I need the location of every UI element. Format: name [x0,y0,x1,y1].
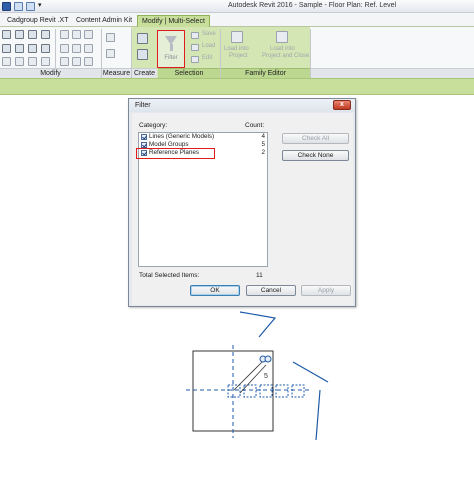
group-leader [233,361,263,391]
load-selection-label[interactable]: Load [202,43,215,49]
paste-icon[interactable] [2,30,11,39]
category-label: Reference Planes [149,149,200,156]
cope-icon[interactable] [15,30,24,39]
quick-access-toolbar: ▾ [2,1,47,12]
create-similar-icon[interactable] [137,33,148,44]
dropdown-icon[interactable]: ▾ [38,2,44,11]
model-group[interactable] [227,384,241,398]
tab-modify-multi-select[interactable]: Modify | Multi-Select [137,15,210,27]
split-face-icon[interactable] [41,44,50,53]
checkbox[interactable] [141,134,147,140]
apply-button[interactable]: Apply [301,285,351,296]
dialog-title-bar[interactable]: Filter x [129,99,355,112]
total-selected-value: 11 [256,272,263,279]
model-group[interactable] [291,384,305,398]
load-into-project-line2[interactable]: Project [229,53,248,59]
delete-icon[interactable] [72,57,81,66]
revit-app-icon[interactable] [2,2,11,11]
save-icon[interactable] [26,2,35,11]
group-leader [239,364,267,394]
category-label: Lines (Generic Models) [149,133,215,140]
window-title: Autodesk Revit 2016 - Sample - Floor Pla… [228,2,397,9]
open-icon[interactable] [14,2,23,11]
dialog-title: Filter [135,102,151,109]
category-count: 5 [261,141,265,148]
trim-icon[interactable] [84,44,93,53]
load-into-project-icon[interactable] [231,31,243,43]
load-into-project-close-icon[interactable] [276,31,288,43]
group-origin-grip[interactable] [264,355,272,363]
category-label: Model Groups [149,141,189,148]
ribbon: Filter Save Load Edit Load into Project … [0,27,474,78]
checkbox[interactable] [141,142,147,148]
selected-model-line[interactable] [292,361,329,383]
selected-model-line[interactable] [315,389,321,441]
options-bar [0,78,474,95]
cancel-button[interactable]: Cancel [246,285,296,296]
edit-selection-icon[interactable] [191,56,199,63]
panel-label-family-editor: Family Editor [221,68,310,78]
filter-button[interactable]: Filter [157,30,185,68]
list-item[interactable]: Lines (Generic Models) [141,133,214,141]
split-icon[interactable] [84,57,93,66]
title-bar: ▾ Autodesk Revit 2016 - Sample - Floor P… [0,0,474,13]
category-count: 2 [261,149,265,156]
copy-icon[interactable] [2,44,11,53]
category-header: Category: [139,122,168,129]
close-icon[interactable]: x [333,100,351,110]
unpin-icon[interactable] [60,57,69,66]
demolish-icon[interactable] [2,57,11,66]
align-icon[interactable] [60,30,69,39]
match-icon[interactable] [15,44,24,53]
filter-button-label: Filter [164,55,178,61]
paint-icon[interactable] [28,44,37,53]
cut-icon[interactable] [28,30,37,39]
model-group[interactable] [259,384,273,398]
load-selection-icon[interactable] [191,44,199,51]
ok-button[interactable]: OK [190,285,240,296]
mirror-icon[interactable] [84,30,93,39]
panel-label-measure: Measure [102,68,131,78]
filter-dialog: Filter x Category: Count: Lines (Generic… [128,98,356,307]
dialog-body: Category: Count: Lines (Generic Models) … [132,113,353,305]
panel-label-create: Create [132,68,157,78]
group-number-label: 5 [264,373,268,380]
panel-label-selection: Selection [158,68,220,78]
array-icon[interactable] [28,57,37,66]
offset-icon[interactable] [72,30,81,39]
save-selection-icon[interactable] [191,32,199,39]
checkbox[interactable] [141,150,147,156]
rotate-icon[interactable] [72,44,81,53]
create-group-icon[interactable] [137,49,148,60]
load-into-project-close-line2[interactable]: Project and Close [262,53,309,59]
join-icon[interactable] [41,30,50,39]
measure-icon[interactable] [106,33,115,42]
category-list[interactable]: Lines (Generic Models) 4 Model Groups 5 … [136,132,268,267]
tab-cadgroup[interactable]: Cadgroup Revit .XT [3,15,72,27]
drawing-canvas[interactable]: 5 [0,310,474,485]
list-item[interactable]: Reference Planes [141,149,199,157]
load-into-project-close-line1[interactable]: Load into [270,46,295,52]
model-group[interactable] [275,384,289,398]
tab-content-admin-kit[interactable]: Content Admin Kit [72,15,136,27]
total-selected-label: Total Selected Items: [139,272,200,279]
panel-label-modify: Modify [0,68,101,78]
count-header: Count: [245,122,265,129]
check-none-button[interactable]: Check None [282,150,349,161]
move-icon[interactable] [60,44,69,53]
scale-icon[interactable] [41,57,50,66]
selected-model-line[interactable] [239,311,277,338]
edit-selection-label[interactable]: Edit [202,55,212,61]
category-count: 4 [261,133,265,140]
check-all-button[interactable]: Check All [282,133,349,144]
load-into-project-line1[interactable]: Load into [224,46,249,52]
ribbon-tab-row: Cadgroup Revit .XT Content Admin Kit Mod… [0,13,474,27]
dimension-icon[interactable] [106,49,115,58]
save-selection-label[interactable]: Save [202,31,216,37]
list-item[interactable]: Model Groups [141,141,189,149]
pin-icon[interactable] [15,57,24,66]
